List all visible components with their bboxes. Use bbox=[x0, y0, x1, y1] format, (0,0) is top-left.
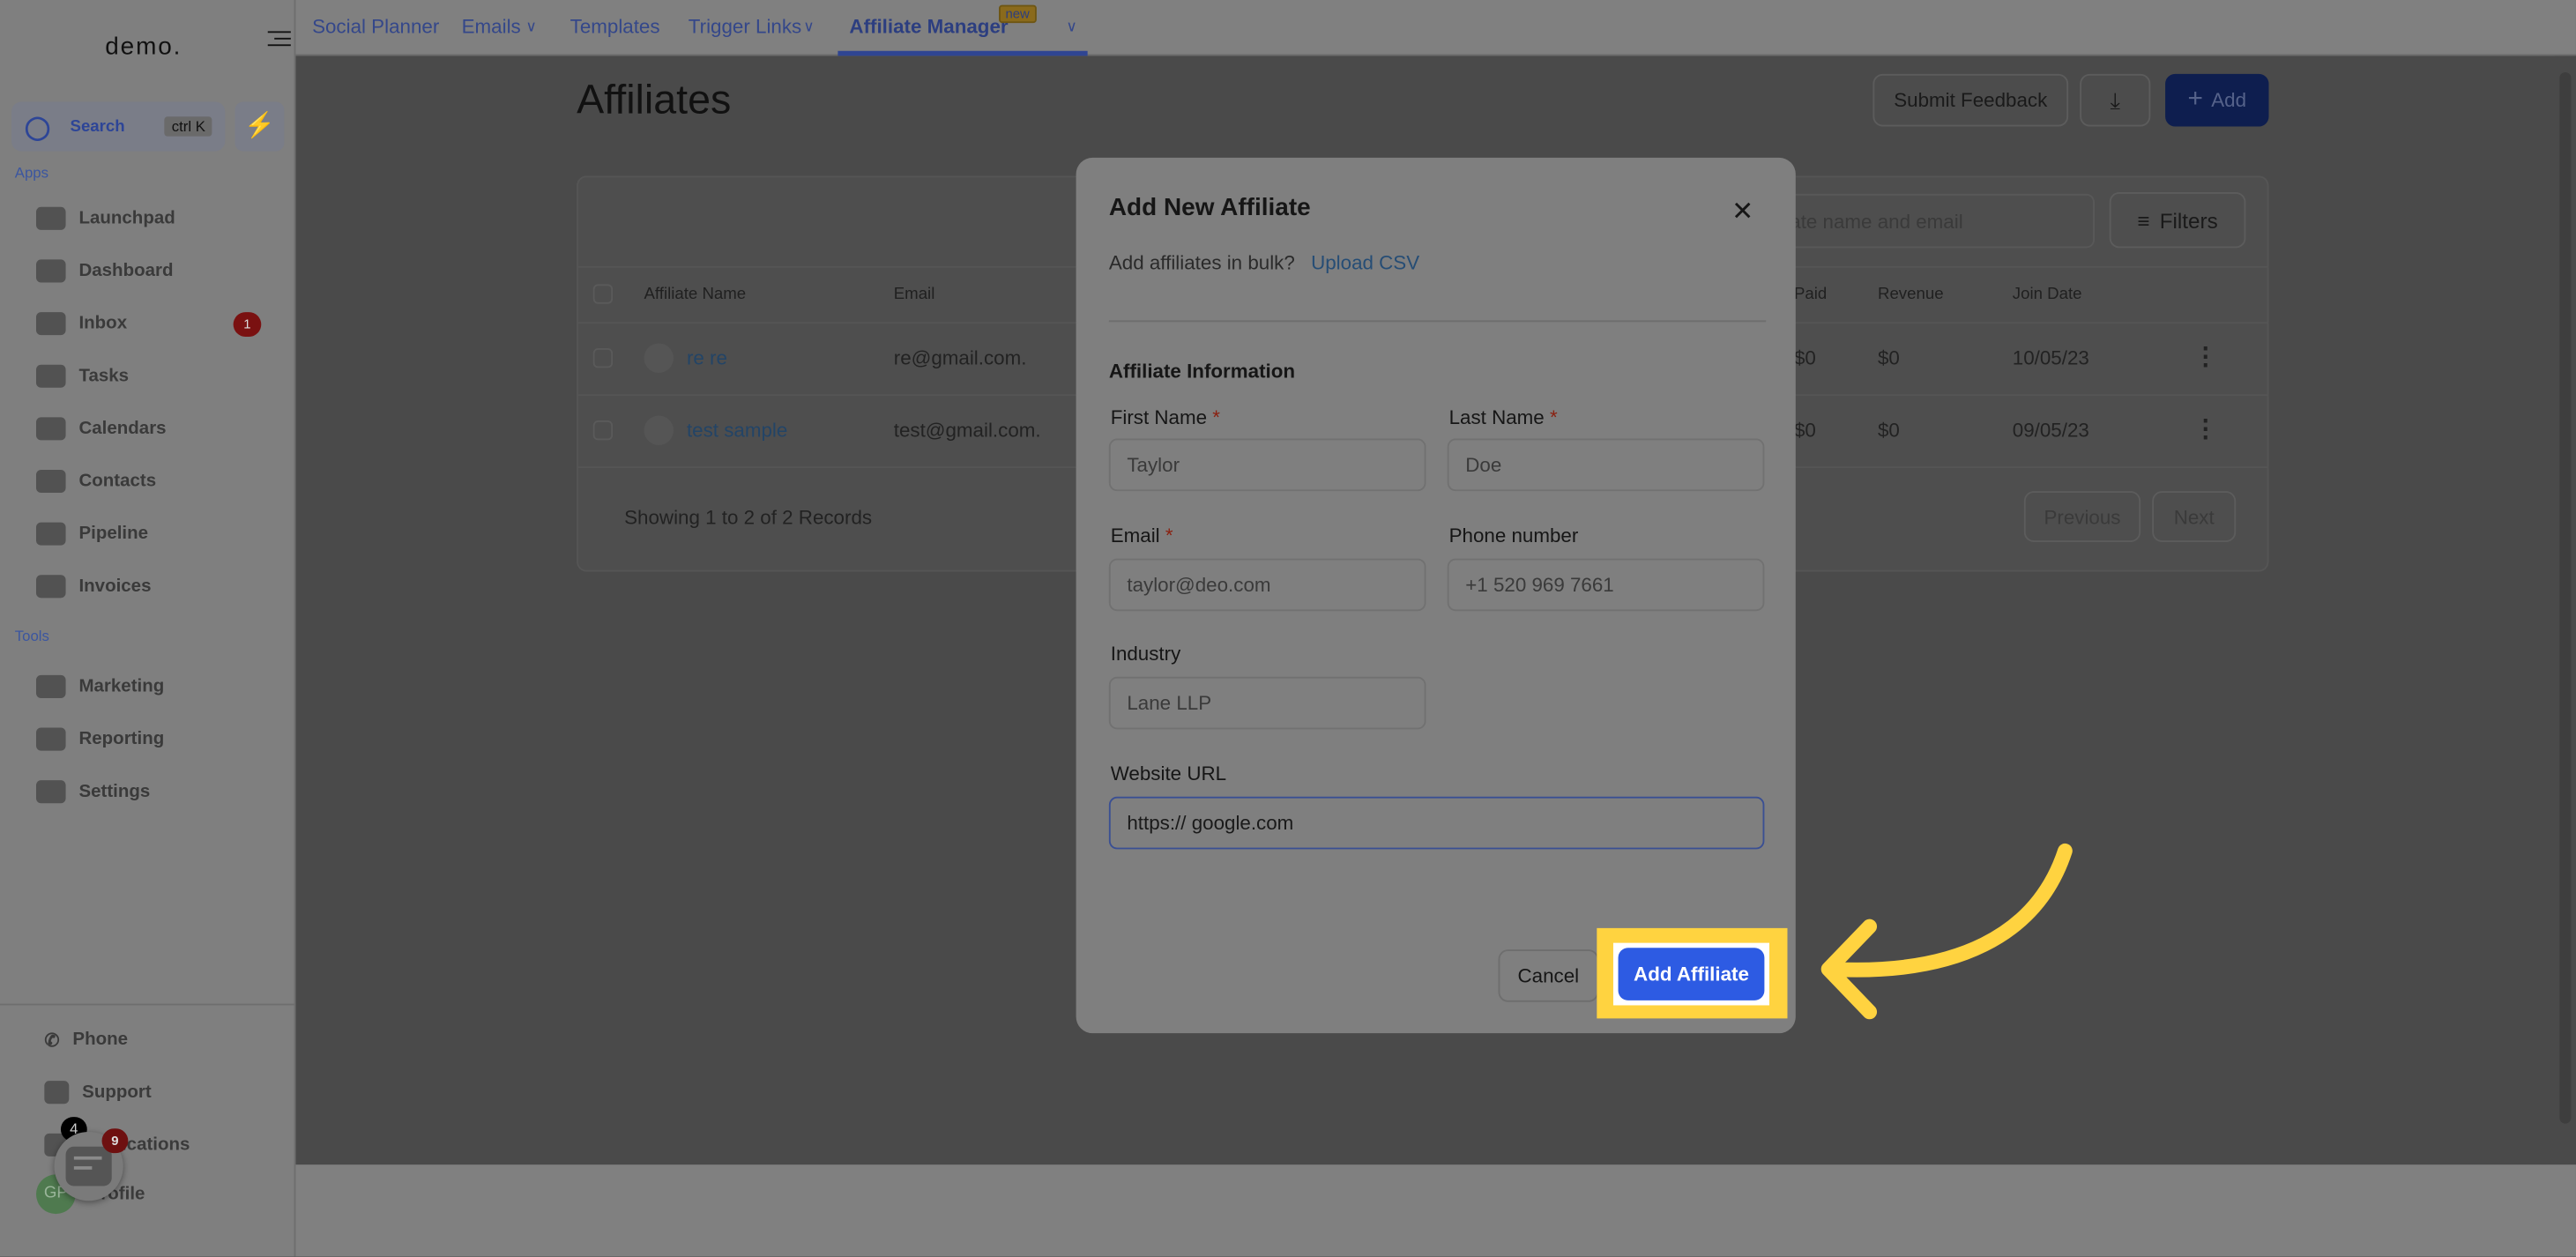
pointer-arrow-icon bbox=[1820, 843, 2073, 1020]
